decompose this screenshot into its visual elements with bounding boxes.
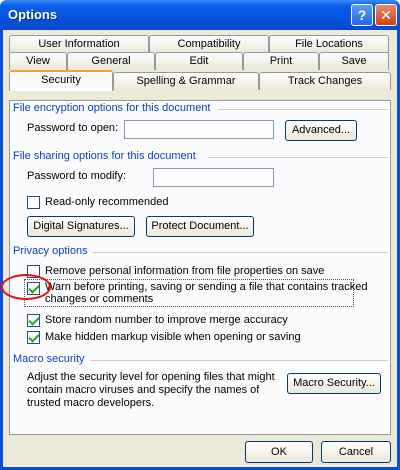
tab-general[interactable]: General (67, 52, 155, 70)
macro-description-line-3: trusted macro developers. (27, 397, 155, 409)
tab-edit[interactable]: Edit (155, 52, 243, 70)
warn-tracked-changes-label-line2: changes or comments (45, 293, 154, 305)
title-bar[interactable]: Options ? ✕ (0, 0, 400, 30)
tab-spelling-grammar[interactable]: Spelling & Grammar (113, 72, 259, 90)
password-modify-label: Password to modify: (27, 170, 127, 182)
password-open-input[interactable] (124, 120, 274, 139)
digital-signatures-button[interactable]: Digital Signatures... (27, 216, 135, 237)
section-divider (218, 109, 388, 110)
macro-description-line-1: Adjust the security level for opening fi… (27, 371, 275, 383)
window-title: Options (8, 7, 58, 22)
macro-description-line-2: contain macro viruses and specify the na… (27, 384, 260, 396)
password-modify-input[interactable] (153, 168, 274, 187)
section-divider (208, 157, 388, 158)
privacy-heading: Privacy options (13, 245, 88, 257)
tab-compatibility[interactable]: Compatibility (149, 35, 269, 53)
tab-security[interactable]: Security (9, 70, 113, 91)
section-divider (92, 252, 388, 253)
dialog-client-area: User Information Compatibility File Loca… (1, 30, 397, 467)
options-dialog: Options ? ✕ User Information Compatibili… (0, 0, 400, 470)
security-tab-panel: File encryption options for this documen… (1, 100, 391, 435)
remove-personal-info-label: Remove personal information from file pr… (45, 265, 325, 277)
store-random-number-checkbox[interactable] (27, 314, 40, 327)
read-only-label: Read-only recommended (45, 196, 169, 208)
make-hidden-markup-visible-label: Make hidden markup visible when opening … (45, 331, 301, 343)
make-hidden-markup-visible-checkbox[interactable] (27, 331, 40, 344)
tab-track-changes[interactable]: Track Changes (259, 72, 391, 90)
password-open-label: Password to open: (27, 122, 119, 134)
ok-button[interactable]: OK (245, 441, 313, 463)
advanced-button[interactable]: Advanced... (285, 120, 357, 141)
store-random-number-label: Store random number to improve merge acc… (45, 314, 288, 326)
tab-print[interactable]: Print (243, 52, 319, 70)
help-icon[interactable]: ? (351, 4, 373, 26)
tab-user-information[interactable]: User Information (9, 35, 149, 53)
read-only-checkbox[interactable] (27, 196, 40, 209)
macro-security-button[interactable]: Macro Security... (287, 373, 381, 394)
macro-security-heading: Macro security (13, 353, 85, 365)
tab-save[interactable]: Save (319, 52, 389, 70)
tab-file-locations[interactable]: File Locations (269, 35, 389, 53)
warn-tracked-changes-label: Warn before printing, saving or sending … (45, 281, 368, 293)
protect-document-button[interactable]: Protect Document... (146, 216, 254, 237)
section-divider (90, 360, 388, 361)
cancel-button[interactable]: Cancel (321, 441, 391, 463)
tab-view[interactable]: View (9, 52, 67, 70)
annotation-red-circle (1, 274, 51, 300)
file-sharing-heading: File sharing options for this document (13, 150, 196, 162)
close-icon[interactable]: ✕ (375, 4, 397, 26)
file-encryption-heading: File encryption options for this documen… (13, 102, 211, 114)
